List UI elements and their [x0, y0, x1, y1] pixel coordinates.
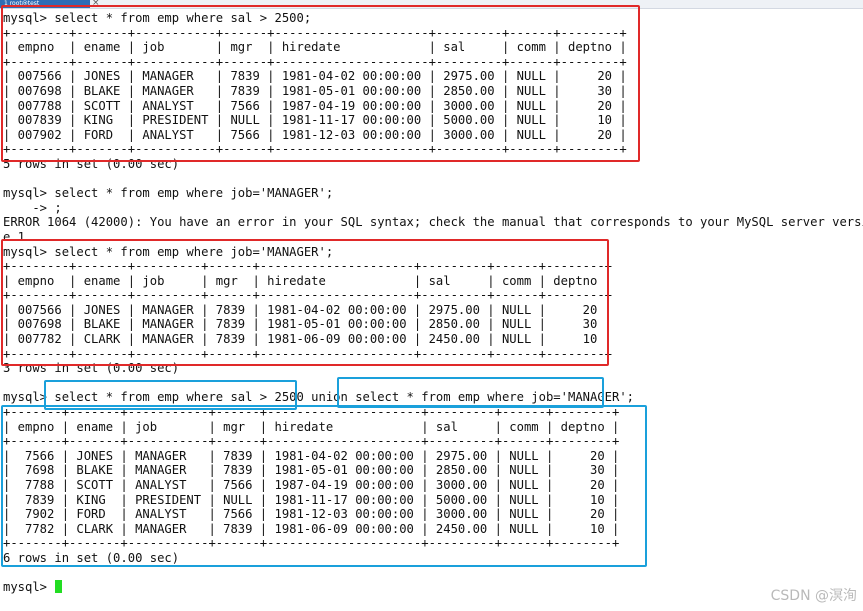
terminal-line-text: 3 rows in set (0.00 sec)	[3, 361, 180, 376]
terminal-line-text: +--------+-------+---------+------+-----…	[3, 288, 613, 303]
close-tab-icon[interactable]: ×	[92, 0, 100, 8]
terminal-line-text: +-------+-------+-----------+------+----…	[3, 405, 620, 420]
terminal-line: +--------+-------+---------+------+-----…	[3, 347, 863, 362]
terminal-line-text: | 7698 | BLAKE | MANAGER | 7839 | 1981-0…	[3, 463, 620, 478]
terminal-line-text: | empno | ename | job | mgr | hiredate |…	[3, 40, 627, 55]
terminal-output[interactable]: mysql> select * from emp where sal > 250…	[3, 11, 863, 595]
terminal-line-text: | 7788 | SCOTT | ANALYST | 7566 | 1987-0…	[3, 478, 620, 492]
terminal-line: e 1	[3, 230, 863, 245]
terminal-line: +--------+-------+---------+------+-----…	[3, 259, 863, 274]
terminal-line-text: | 7782 | CLARK | MANAGER | 7839 | 1981-0…	[3, 521, 620, 536]
terminal-line-text: ERROR 1064 (42000): You have an error in…	[3, 215, 863, 230]
terminal-line: +--------+-------+---------+------+-----…	[3, 288, 863, 303]
terminal-line-text: | 007698 | BLAKE | MANAGER | 7839 | 1981…	[3, 83, 627, 98]
terminal-line-text: | empno | ename | job | mgr | hiredate |…	[3, 273, 613, 288]
terminal-line-text: | 7566 | JONES | MANAGER | 7839 | 1981-0…	[3, 448, 620, 463]
terminal-line-text: +--------+-------+---------+------+-----…	[3, 346, 613, 361]
terminal-line: | empno | ename | job | mgr | hiredate |…	[3, 274, 863, 289]
title-bar: 1 root@test ×	[0, 0, 863, 9]
terminal-line: | empno | ename | job | mgr | hiredate |…	[3, 40, 863, 55]
terminal-line-text: | 007698 | BLAKE | MANAGER | 7839 | 1981…	[3, 317, 613, 332]
terminal-line: mysql>	[3, 580, 863, 595]
terminal-line-text: | 007782 | CLARK | MANAGER | 7839 | 1981…	[3, 332, 613, 347]
terminal-line-text: +-------+-------+-----------+------+----…	[3, 536, 620, 551]
terminal-line: +--------+-------+-----------+------+---…	[3, 55, 863, 70]
watermark: CSDN @溟洵	[770, 588, 857, 604]
terminal-line: | 7782 | CLARK | MANAGER | 7839 | 1981-0…	[3, 522, 863, 537]
terminal-line-text: | 7839 | KING | PRESIDENT | NULL | 1981-…	[3, 492, 620, 507]
terminal-line-text: mysql> select * from emp where job='MANA…	[3, 244, 334, 259]
terminal-line: mysql> select * from emp where sal > 250…	[3, 390, 863, 405]
terminal-line: | 007566 | JONES | MANAGER | 7839 | 1981…	[3, 69, 863, 84]
terminal-line: mysql> select * from emp where job='MANA…	[3, 245, 863, 260]
terminal-line-text: | 007566 | JONES | MANAGER | 7839 | 1981…	[3, 69, 627, 84]
terminal-line: +-------+-------+-----------+------+----…	[3, 405, 863, 420]
terminal-line: | 7902 | FORD | ANALYST | 7566 | 1981-12…	[3, 507, 863, 522]
terminal-line-text: e 1	[3, 229, 26, 244]
terminal-line: 3 rows in set (0.00 sec)	[3, 361, 863, 376]
terminal-line-text: mysql> select * from emp where job='MANA…	[3, 186, 334, 201]
terminal-line-text: +--------+-------+---------+------+-----…	[3, 259, 613, 274]
terminal-line-text: +--------+-------+-----------+------+---…	[3, 142, 627, 157]
terminal-line: | 007902 | FORD | ANALYST | 7566 | 1981-…	[3, 128, 863, 143]
terminal-line: ERROR 1064 (42000): You have an error in…	[3, 215, 863, 230]
terminal-line-text: 5 rows in set (0.00 sec)	[3, 156, 180, 171]
terminal-line: | 7788 | SCOTT | ANALYST | 7566 | 1987-0…	[3, 478, 863, 493]
terminal-line: | 7698 | BLAKE | MANAGER | 7839 | 1981-0…	[3, 463, 863, 478]
terminal-line: | 007566 | JONES | MANAGER | 7839 | 1981…	[3, 303, 863, 318]
terminal-line: +--------+-------+-----------+------+---…	[3, 26, 863, 41]
session-tab[interactable]: 1 root@test	[0, 0, 90, 8]
terminal-line-text: +-------+-------+-----------+------+----…	[3, 434, 620, 449]
terminal-line-text: | 007902 | FORD | ANALYST | 7566 | 1981-…	[3, 127, 627, 142]
terminal-line: +-------+-------+-----------+------+----…	[3, 536, 863, 551]
terminal-line: | 007788 | SCOTT | ANALYST | 7566 | 1987…	[3, 99, 863, 114]
terminal-line: | empno | ename | job | mgr | hiredate |…	[3, 420, 863, 435]
terminal-line: -> ;	[3, 201, 863, 216]
terminal-line: +--------+-------+-----------+------+---…	[3, 142, 863, 157]
terminal-line-text: | 007839 | KING | PRESIDENT | NULL | 198…	[3, 113, 627, 128]
terminal-line-text: -> ;	[3, 200, 62, 215]
terminal-line: +-------+-------+-----------+------+----…	[3, 434, 863, 449]
terminal-line-text: +--------+-------+-----------+------+---…	[3, 54, 627, 69]
terminal-line-text: mysql> select * from emp where sal > 250…	[3, 11, 312, 25]
terminal-line: mysql> select * from emp where job='MANA…	[3, 186, 863, 201]
block-cursor-icon	[55, 580, 63, 594]
terminal-line: 6 rows in set (0.00 sec)	[3, 551, 863, 566]
terminal-line: mysql> select * from emp where sal > 250…	[3, 11, 863, 26]
terminal-line-text: mysql> select * from emp where sal > 250…	[3, 390, 635, 405]
terminal-line: | 007782 | CLARK | MANAGER | 7839 | 1981…	[3, 332, 863, 347]
terminal-line-text: | 007788 | SCOTT | ANALYST | 7566 | 1987…	[3, 98, 627, 113]
terminal-line: | 7839 | KING | PRESIDENT | NULL | 1981-…	[3, 493, 863, 508]
terminal-line-text: | 7902 | FORD | ANALYST | 7566 | 1981-12…	[3, 507, 620, 522]
terminal-line: | 007698 | BLAKE | MANAGER | 7839 | 1981…	[3, 317, 863, 332]
terminal-line-text: | empno | ename | job | mgr | hiredate |…	[3, 419, 620, 434]
terminal-line: | 7566 | JONES | MANAGER | 7839 | 1981-0…	[3, 449, 863, 464]
terminal-line-text: +--------+-------+-----------+------+---…	[3, 25, 627, 40]
terminal-line-text: | 007566 | JONES | MANAGER | 7839 | 1981…	[3, 302, 613, 317]
terminal-line-text: mysql>	[3, 580, 55, 595]
terminal-line-text: 6 rows in set (0.00 sec)	[3, 550, 180, 565]
terminal-line: | 007839 | KING | PRESIDENT | NULL | 198…	[3, 113, 863, 128]
terminal-line: | 007698 | BLAKE | MANAGER | 7839 | 1981…	[3, 84, 863, 99]
terminal-line: 5 rows in set (0.00 sec)	[3, 157, 863, 172]
